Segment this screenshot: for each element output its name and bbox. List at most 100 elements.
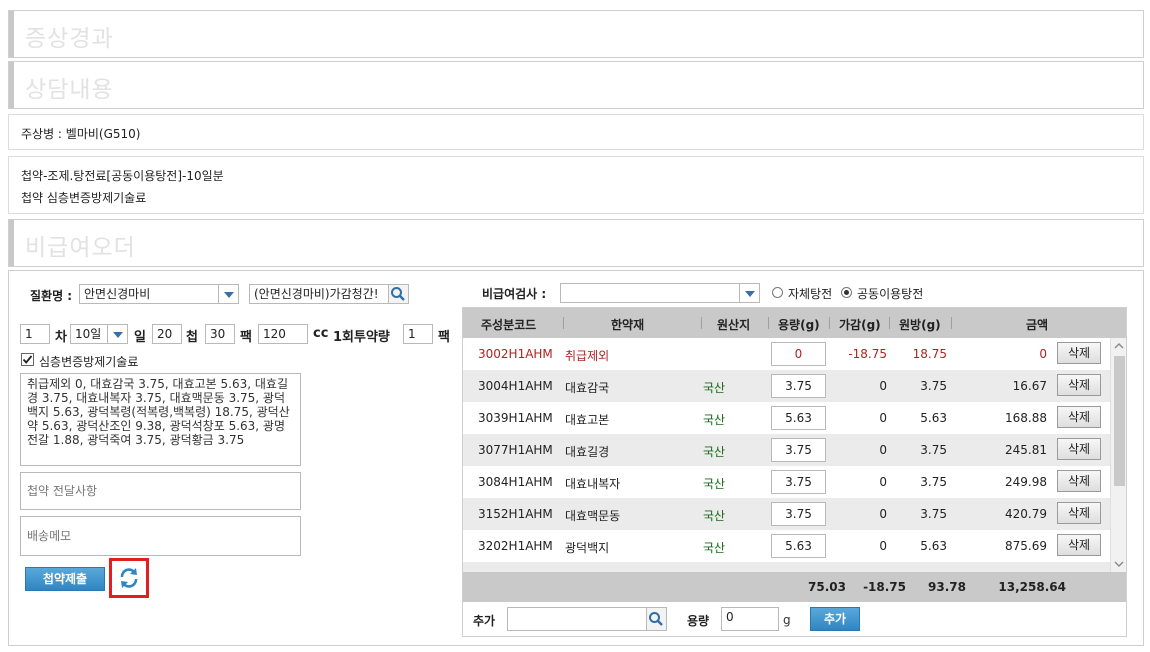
section-accent-bar	[9, 220, 14, 266]
radio-shared-decoction[interactable]	[841, 287, 852, 298]
qty-input[interactable]: 0	[771, 342, 826, 366]
chevron-down-icon[interactable]	[218, 285, 238, 303]
inspector-select[interactable]	[560, 283, 760, 303]
days-suffix: 일	[134, 330, 146, 345]
radio-self-decoction-label: 자체탕전	[788, 287, 833, 301]
qty-input[interactable]: 5.63	[771, 406, 826, 430]
grid-scrollbar[interactable]	[1110, 338, 1127, 572]
cheop-input[interactable]: 20	[152, 324, 182, 344]
add-qty-label: 용량	[687, 614, 710, 628]
herb-adj: 0	[879, 379, 887, 393]
table-row[interactable]: 3004H1AHM 대효감국 국산 3.75 0 3.75 16.67 삭제	[463, 370, 1110, 402]
search-icon[interactable]	[388, 285, 408, 303]
qty-input[interactable]: 3.75	[771, 470, 826, 494]
table-row[interactable]: 3077H1AHM 대효길경 국산 3.75 0 3.75 245.81 삭제	[463, 434, 1110, 466]
header-separator	[768, 317, 769, 329]
shipping-memo-textarea[interactable]: 배송메모	[20, 516, 301, 556]
scroll-thumb[interactable]	[1114, 356, 1125, 486]
herb-base: 3.75	[920, 379, 947, 393]
cheop-suffix: 첩	[186, 330, 198, 345]
herb-adj: 0	[879, 443, 887, 457]
consult-section-title: 상담내용	[25, 77, 114, 103]
prescription-line-2: 첩약 심층변증방제기술료	[21, 191, 147, 205]
qty-input[interactable]: 3.75	[771, 438, 826, 462]
chevron-down-icon[interactable]	[107, 325, 127, 343]
pack-suffix: 팩	[240, 330, 252, 345]
delivery-note-textarea[interactable]: 첩약 전달사항	[20, 472, 301, 510]
pack-input[interactable]: 30	[205, 324, 235, 344]
refresh-icon	[120, 568, 138, 588]
formula-search-input[interactable]: (안면신경마비)가감청간!	[249, 284, 409, 304]
delete-button[interactable]: 삭제	[1057, 406, 1101, 428]
noncovered-order-section: 비급여오더	[8, 219, 1144, 267]
total-base: 93.78	[928, 580, 966, 594]
herb-origin: 국산	[703, 541, 726, 555]
scroll-down-icon[interactable]	[1111, 558, 1127, 570]
herb-adj: 0	[879, 475, 887, 489]
herb-code: 3077H1AHM	[478, 443, 553, 457]
radio-self-decoction[interactable]	[772, 287, 783, 298]
herb-adj: 0	[879, 539, 887, 553]
delete-button[interactable]: 삭제	[1057, 534, 1101, 556]
scroll-up-icon[interactable]	[1111, 340, 1127, 352]
search-icon[interactable]	[646, 608, 666, 630]
add-herb-search-input[interactable]	[507, 607, 667, 631]
add-herb-button[interactable]: 추가	[810, 607, 860, 631]
dose-input[interactable]: 1	[403, 324, 433, 344]
herb-code: 3152H1AHM	[478, 507, 553, 521]
dose-label: 1회투약량	[333, 330, 390, 345]
section-accent-bar	[9, 62, 14, 108]
header-code: 주성분코드	[481, 318, 537, 332]
herb-adj: 0	[879, 411, 887, 425]
add-qty-input[interactable]: 0	[721, 607, 779, 631]
header-base: 원방(g)	[899, 318, 941, 332]
grid-header: 주성분코드 한약재 원산지 용량(g) 가감(g) 원방(g) 금액	[463, 308, 1126, 338]
herb-summary-textarea[interactable]: 취급제외 0, 대효감국 3.75, 대효고본 5.63, 대효길경 3.75,…	[20, 373, 301, 466]
header-origin: 원산지	[717, 318, 751, 332]
main-disease-box: 주상병 : 벨마비(G510)	[8, 114, 1144, 150]
qty-input[interactable]: 5.63	[771, 534, 826, 558]
prescription-box: 첩약-조제.탕전료[공동이용탕전]-10일분 첩약 심층변증방제기술료	[8, 156, 1144, 214]
herb-code: 3039H1AHM	[478, 411, 553, 425]
herb-amount: 875.69	[1005, 539, 1047, 553]
herb-code: 3202H1AHM	[478, 539, 553, 553]
herb-base: 3.75	[920, 475, 947, 489]
herb-amount: 249.98	[1005, 475, 1047, 489]
herb-base: 3.75	[920, 507, 947, 521]
round-input[interactable]: 1	[20, 324, 50, 344]
herb-name: 광덕백지	[565, 541, 610, 555]
herb-code: 3002H1AHM	[478, 347, 553, 361]
table-row[interactable]: 3084H1AHM 대효내복자 국산 3.75 0 3.75 249.98 삭제	[463, 466, 1110, 498]
days-select-value: 10일	[75, 327, 102, 341]
delete-button[interactable]: 삭제	[1057, 502, 1101, 524]
disease-select-value: 안면신경마비	[84, 287, 151, 301]
disease-select[interactable]: 안면신경마비	[79, 284, 239, 304]
delete-button[interactable]: 삭제	[1057, 470, 1101, 492]
tech-fee-checkbox[interactable]	[21, 353, 34, 366]
symptom-section: 증상경과	[8, 10, 1144, 58]
qty-input[interactable]: 3.75	[771, 502, 826, 526]
chevron-down-icon[interactable]	[739, 284, 759, 302]
cc-input[interactable]: 120	[258, 324, 308, 344]
section-accent-bar	[9, 11, 14, 57]
delete-button[interactable]: 삭제	[1057, 342, 1101, 364]
days-select[interactable]: 10일	[70, 324, 128, 344]
delete-button[interactable]: 삭제	[1057, 438, 1101, 460]
total-amount: 13,258.64	[998, 580, 1066, 594]
table-row[interactable]: 3152H1AHM 대효맥문동 국산 3.75 0 3.75 420.79 삭제	[463, 498, 1110, 530]
table-row[interactable]: 3039H1AHM 대효고본 국산 5.63 0 5.63 168.88 삭제	[463, 402, 1110, 434]
herb-code: 3004H1AHM	[478, 379, 553, 393]
qty-input[interactable]: 3.75	[771, 374, 826, 398]
delete-button[interactable]: 삭제	[1057, 374, 1101, 396]
herb-grid: 주성분코드 한약재 원산지 용량(g) 가감(g) 원방(g) 금액 3002H…	[462, 307, 1127, 637]
table-row[interactable]: 3002H1AHM 취급제외 0 -18.75 18.75 0 삭제	[463, 338, 1110, 370]
inspector-label: 비급여검사 :	[482, 287, 547, 301]
header-separator	[889, 317, 890, 329]
prescription-line-1: 첩약-조제.탕전료[공동이용탕전]-10일분	[21, 169, 224, 183]
refresh-button[interactable]	[109, 558, 149, 598]
table-row[interactable]: 3202H1AHM 광덕백지 국산 5.63 0 5.63 875.69 삭제	[463, 530, 1110, 562]
submit-prescription-button[interactable]: 첩약제출	[25, 567, 105, 591]
herb-base: 5.63	[920, 411, 947, 425]
herb-name: 취급제외	[565, 349, 610, 363]
herb-amount: 16.67	[1012, 379, 1047, 393]
